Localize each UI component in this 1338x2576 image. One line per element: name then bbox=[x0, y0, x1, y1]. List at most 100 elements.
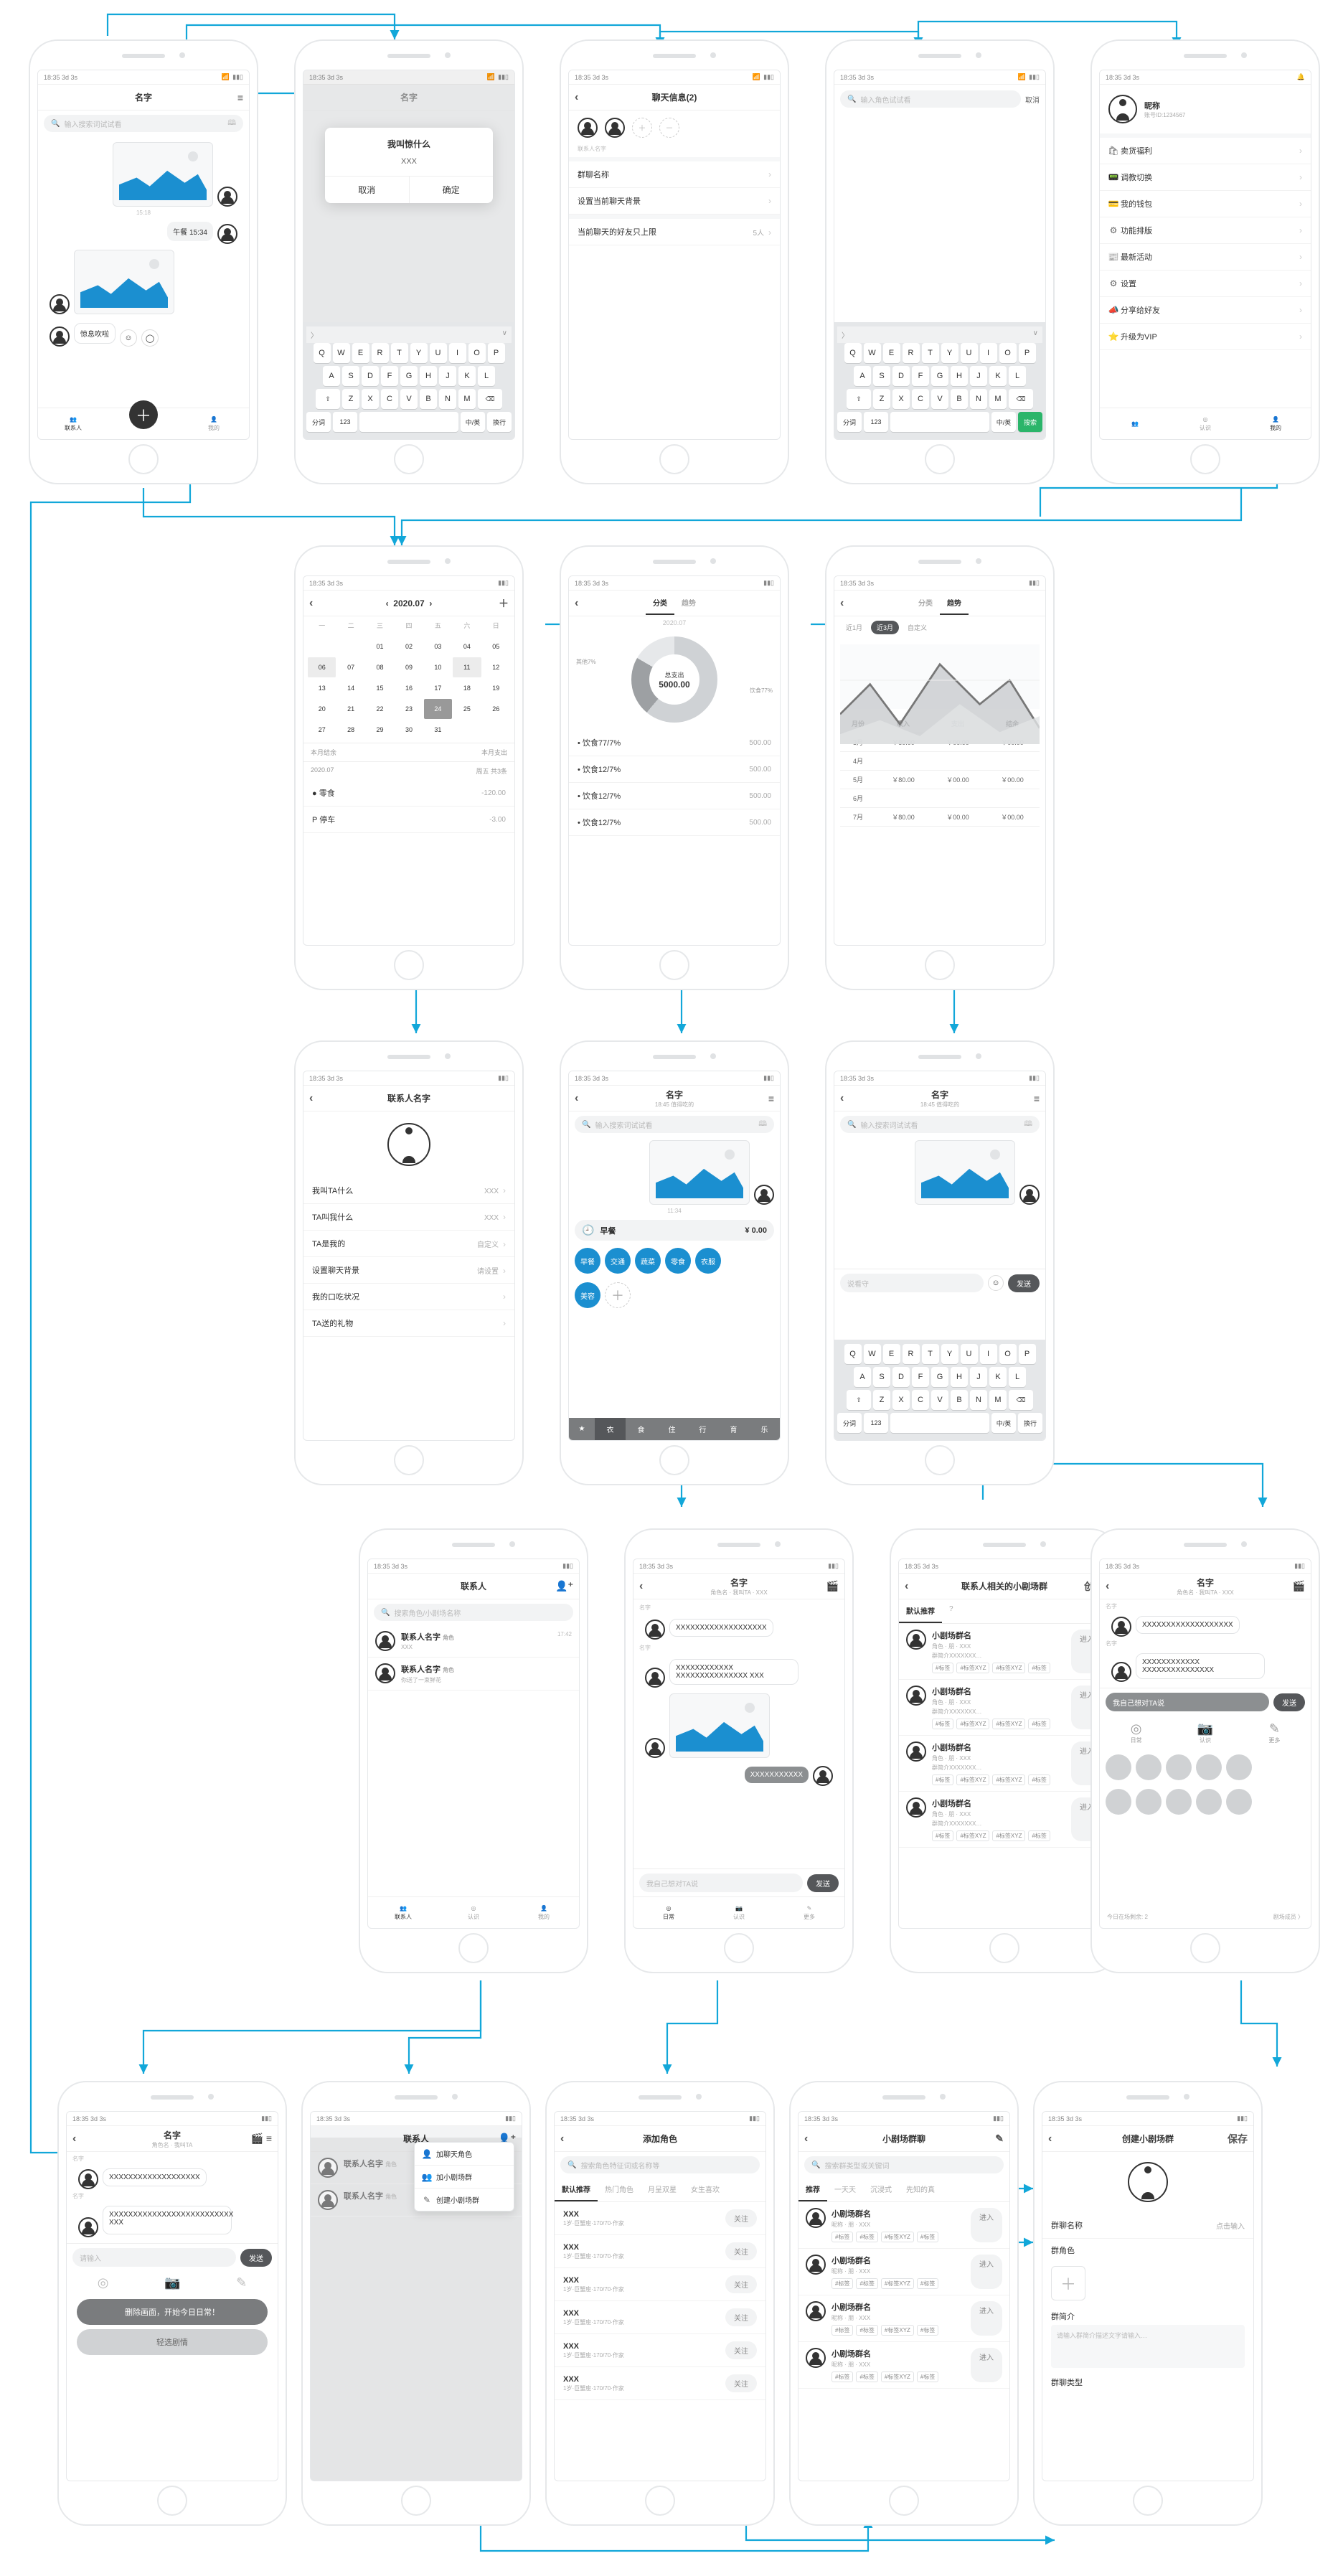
key[interactable]: J bbox=[439, 366, 456, 386]
menu-icon[interactable]: ≡ bbox=[768, 1093, 774, 1104]
cat-chip[interactable]: 早餐 bbox=[575, 1248, 600, 1274]
role-row[interactable]: XXX1岁·巨蟹座·170/70·作家关注 bbox=[555, 2334, 765, 2367]
key[interactable]: O bbox=[999, 343, 1017, 363]
key[interactable]: W bbox=[864, 1344, 881, 1364]
cat-tab[interactable]: 育 bbox=[718, 1418, 749, 1440]
range-pill[interactable]: 自定义 bbox=[902, 621, 933, 634]
contact-row[interactable]: 我的口吃状况› bbox=[303, 1284, 514, 1310]
profile-row[interactable]: ⚙ 功能排版› bbox=[1100, 217, 1311, 244]
key[interactable]: B bbox=[951, 389, 968, 409]
avatar[interactable] bbox=[217, 224, 237, 244]
member-avatar[interactable] bbox=[1166, 1789, 1192, 1815]
key[interactable]: R bbox=[903, 1344, 920, 1364]
key[interactable]: Z bbox=[342, 389, 359, 409]
calendar-day[interactable]: 19 bbox=[482, 678, 510, 698]
calendar-day[interactable]: 24 bbox=[424, 699, 452, 719]
key-shift[interactable]: ⇧ bbox=[847, 1390, 871, 1410]
tool-daily[interactable]: ◎ bbox=[98, 2275, 109, 2290]
member-avatar[interactable] bbox=[1136, 1789, 1162, 1815]
range-pill[interactable]: 近1月 bbox=[840, 621, 868, 634]
row-chat-bg[interactable]: 设置当前聊天背景› bbox=[569, 188, 780, 215]
back-button[interactable]: ‹ bbox=[309, 1092, 313, 1105]
home-button[interactable] bbox=[925, 444, 955, 474]
key[interactable]: C bbox=[381, 389, 398, 409]
key[interactable]: S bbox=[873, 366, 890, 386]
calendar-day[interactable]: 23 bbox=[395, 699, 423, 719]
home-button[interactable] bbox=[1190, 1933, 1220, 1963]
cta-start-daily[interactable]: 删除画面，开始今日日常！ bbox=[77, 2299, 268, 2325]
key[interactable]: U bbox=[961, 1344, 978, 1364]
key[interactable]: L bbox=[1009, 366, 1026, 386]
home-button[interactable] bbox=[394, 444, 424, 474]
calendar-day[interactable]: 21 bbox=[336, 699, 364, 719]
calendar-day[interactable]: 12 bbox=[482, 657, 510, 677]
script-icon[interactable]: 🎬 bbox=[1293, 1580, 1305, 1592]
key[interactable]: M bbox=[989, 389, 1007, 409]
tool-daily[interactable]: ◎日常 bbox=[1131, 1721, 1142, 1744]
send-button[interactable]: 发送 bbox=[240, 2249, 272, 2267]
key[interactable]: I bbox=[980, 1344, 997, 1364]
seg[interactable]: 热门角色 bbox=[598, 2178, 641, 2201]
key[interactable]: I bbox=[980, 343, 997, 363]
key[interactable]: N bbox=[439, 389, 456, 409]
tab-trend[interactable]: 趋势 bbox=[940, 591, 969, 615]
calendar-day[interactable]: 15 bbox=[366, 678, 394, 698]
key[interactable]: K bbox=[458, 366, 476, 386]
cat-tab[interactable]: 食 bbox=[626, 1418, 656, 1440]
text-input[interactable]: 我自己想对TA说 bbox=[639, 1874, 803, 1892]
key[interactable]: Z bbox=[873, 1390, 890, 1410]
avatar[interactable] bbox=[813, 1766, 833, 1786]
script-icon[interactable]: 🎬 ≡ bbox=[251, 2133, 273, 2145]
key[interactable]: X bbox=[892, 389, 910, 409]
home-button[interactable] bbox=[989, 1933, 1019, 1963]
contact-row[interactable]: 我叫TA什么XXX› bbox=[303, 1177, 514, 1204]
key-shift[interactable]: ⇧ bbox=[847, 389, 871, 409]
add-role-box[interactable]: ＋ bbox=[1051, 2266, 1085, 2300]
group-avatar[interactable] bbox=[1128, 2162, 1168, 2202]
keyboard[interactable]: 〉∨ QWERTYUIOP ASDFGHJKL ⇧ZXCVBNM⌫ 分词 123… bbox=[303, 322, 514, 439]
key[interactable]: N bbox=[970, 1390, 987, 1410]
cat-chip[interactable]: 美容 bbox=[575, 1282, 600, 1308]
tool-daily[interactable]: ◎日常 bbox=[633, 1897, 704, 1928]
contact-row[interactable]: TA送的礼物› bbox=[303, 1310, 514, 1337]
home-button[interactable] bbox=[645, 2486, 675, 2516]
emoji-button[interactable]: ☺ bbox=[120, 329, 137, 347]
calendar-day[interactable]: 01 bbox=[366, 636, 394, 657]
back-button[interactable]: ‹ bbox=[1048, 2133, 1052, 2145]
calendar-day[interactable]: 18 bbox=[453, 678, 481, 698]
key[interactable]: V bbox=[931, 1390, 948, 1410]
cat-add[interactable]: ＋ bbox=[605, 1282, 631, 1308]
calendar-day[interactable]: 25 bbox=[453, 699, 481, 719]
profile-row[interactable]: ⚙ 设置› bbox=[1100, 271, 1311, 297]
key[interactable]: D bbox=[892, 1367, 910, 1387]
modal-ok[interactable]: 确定 bbox=[410, 177, 494, 203]
category-row[interactable]: • 饮食77/7%500.00 bbox=[569, 730, 780, 756]
seg[interactable]: 一天天 bbox=[827, 2178, 863, 2201]
seg[interactable]: 沉浸式 bbox=[863, 2178, 899, 2201]
row-group-name[interactable]: 群聊名称› bbox=[569, 161, 780, 188]
cat-chip[interactable]: 衣服 bbox=[695, 1248, 721, 1274]
back-button[interactable]: ‹ bbox=[575, 1092, 578, 1105]
text-input[interactable]: 说看守 bbox=[840, 1274, 984, 1292]
calendar-day[interactable]: 02 bbox=[395, 636, 423, 657]
key[interactable]: X bbox=[362, 389, 379, 409]
popover-item[interactable]: ✎创建小剧场群 bbox=[415, 2189, 514, 2211]
key[interactable]: U bbox=[430, 343, 447, 363]
back-button[interactable]: ‹ bbox=[804, 2133, 808, 2145]
contact-item[interactable]: 联系人名字 角色 XXX 17:42 bbox=[368, 1625, 579, 1658]
avatar[interactable] bbox=[1108, 95, 1137, 123]
key[interactable]: J bbox=[970, 1367, 987, 1387]
key[interactable]: Z bbox=[873, 389, 890, 409]
group-card[interactable]: 小剧场群名 昵称 · 朋 · XXX #标签#标签#标签XYZ#标签 进入 bbox=[798, 2342, 1009, 2389]
home-button[interactable] bbox=[724, 1933, 754, 1963]
home-button[interactable] bbox=[659, 444, 689, 474]
desc-textarea[interactable]: 请输入群简介描述文字请输入… bbox=[1051, 2325, 1245, 2368]
menu-icon[interactable]: ≡ bbox=[237, 92, 243, 103]
seg-balance[interactable]: 本月结余 bbox=[311, 748, 409, 757]
key[interactable]: Y bbox=[410, 343, 428, 363]
key[interactable]: A bbox=[854, 1367, 871, 1387]
home-button[interactable] bbox=[925, 1445, 955, 1475]
key-return[interactable]: 换行 bbox=[487, 412, 512, 432]
cta-pick-plot[interactable]: 轻选剧情 bbox=[77, 2329, 268, 2355]
voice-button[interactable]: ◯ bbox=[141, 329, 159, 347]
